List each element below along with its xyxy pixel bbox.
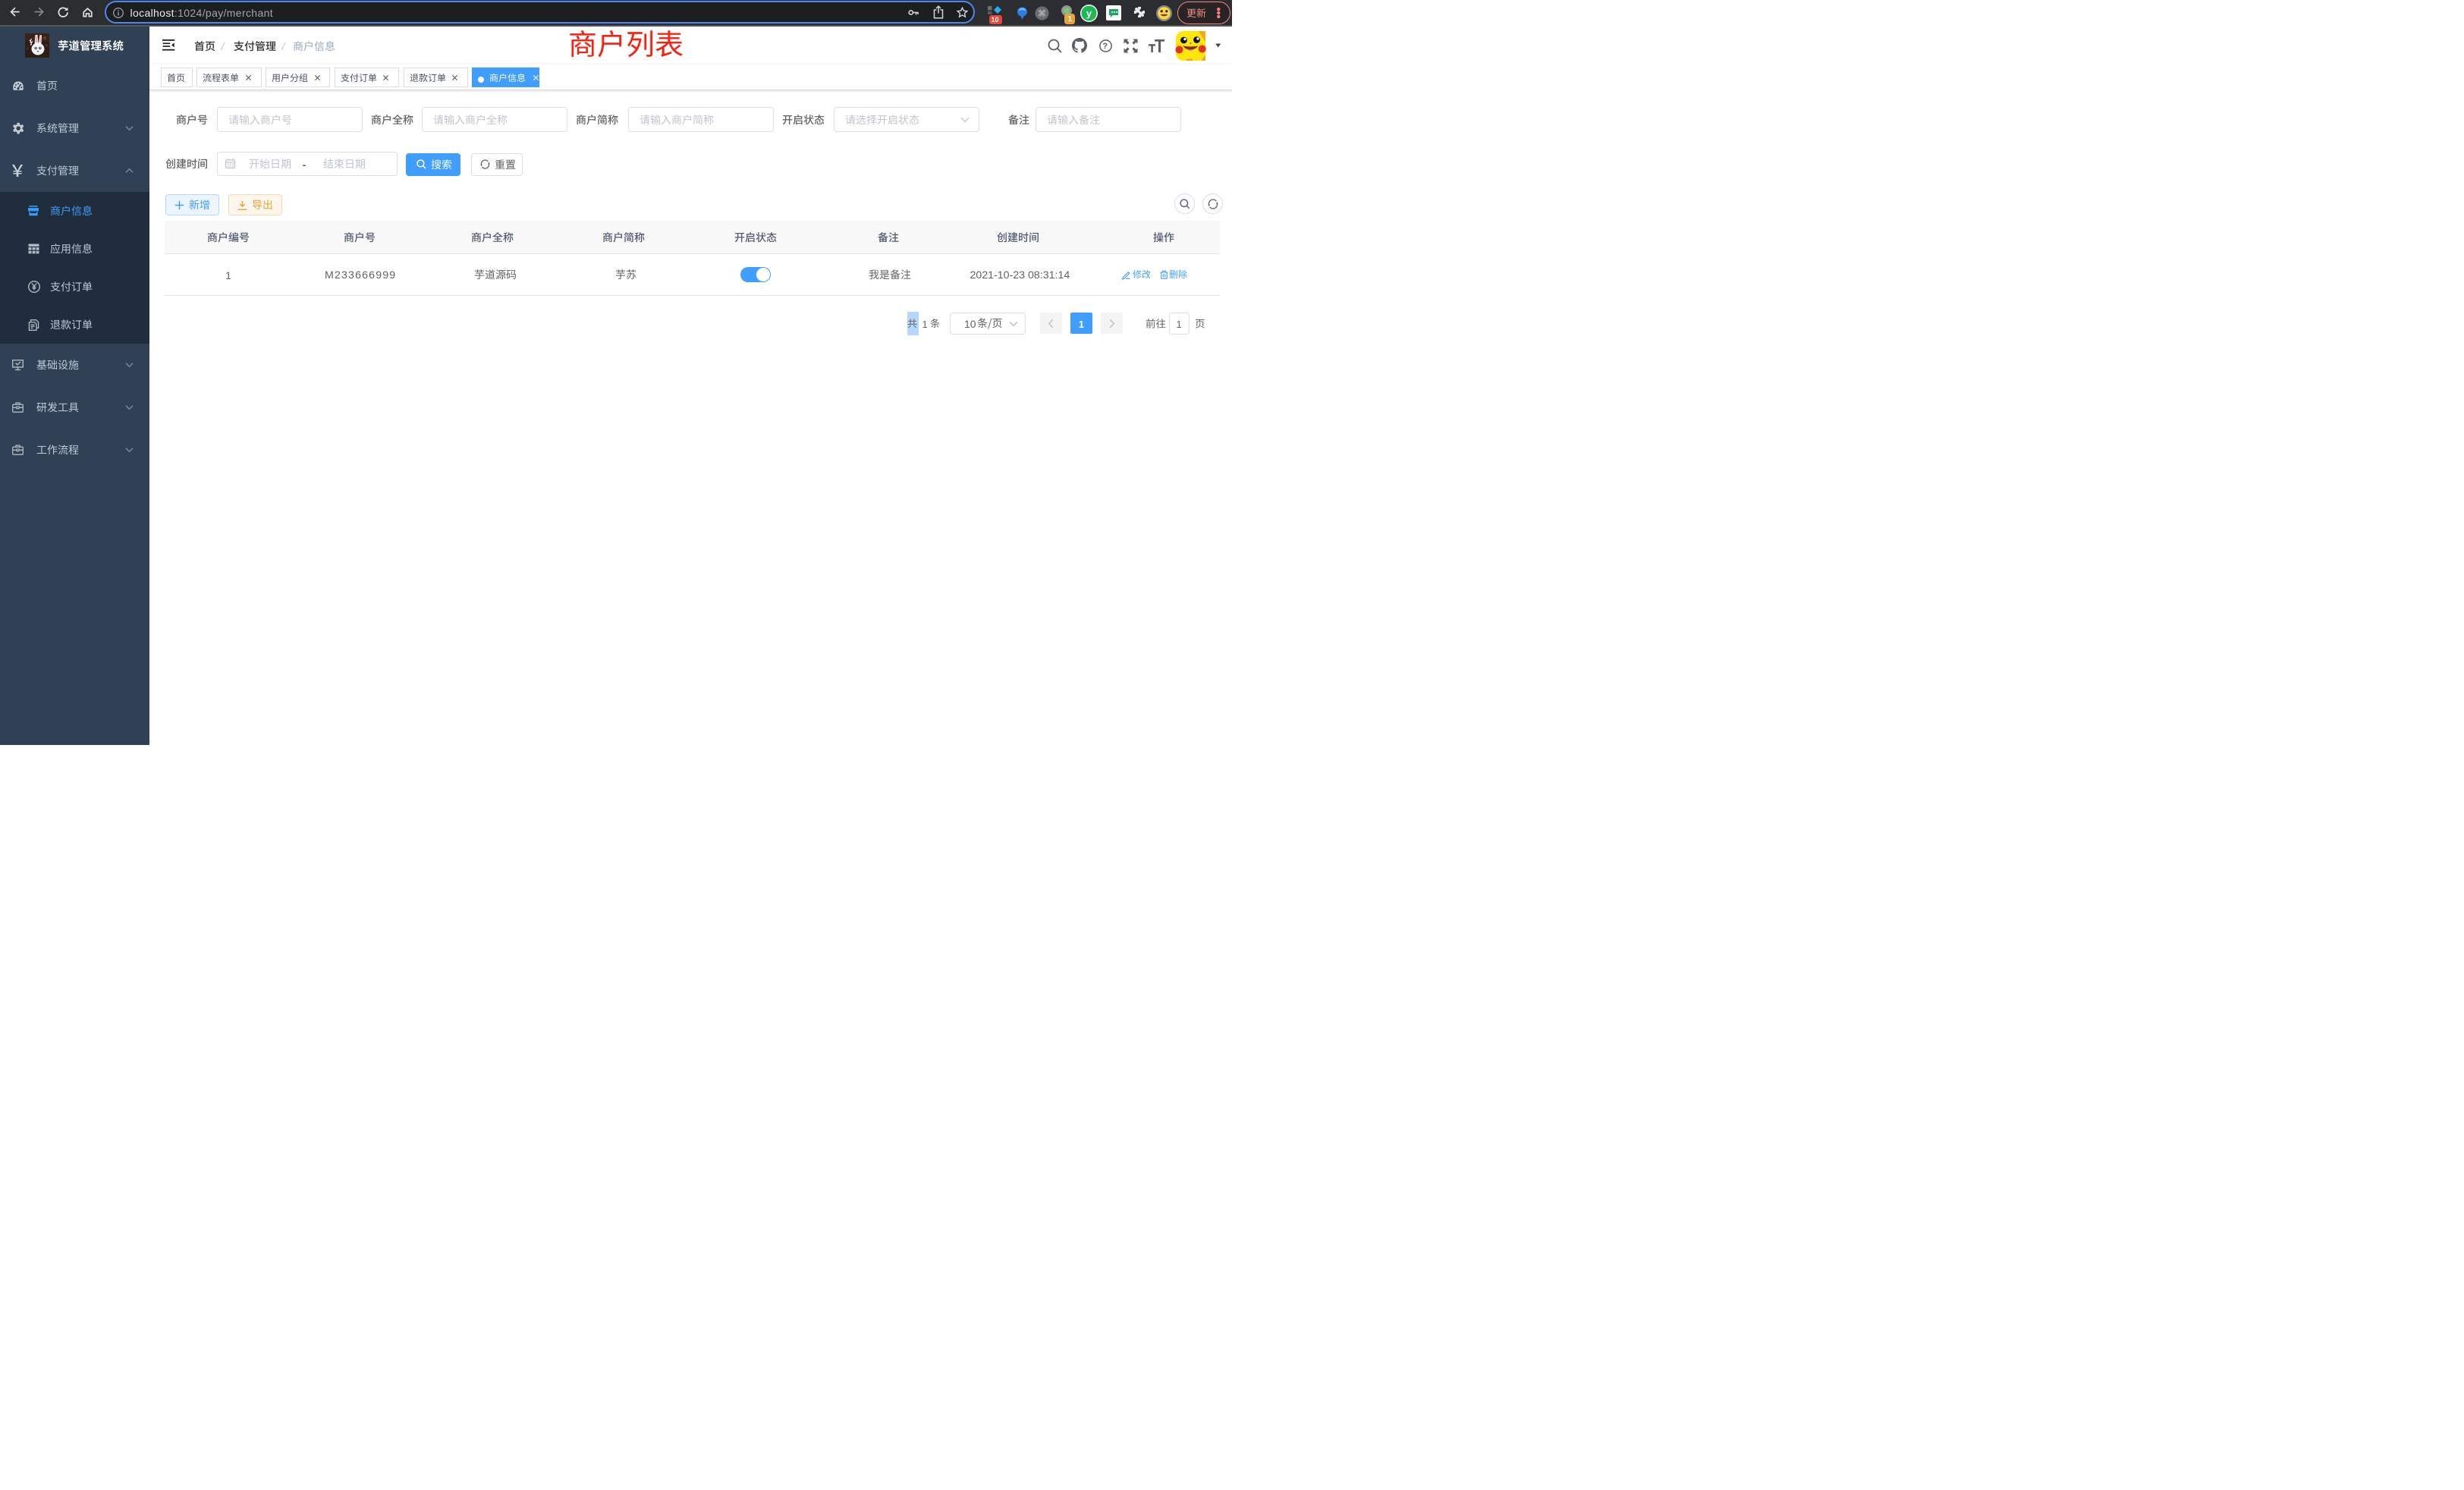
- svg-text:y: y: [1086, 8, 1092, 19]
- svg-text:⌘: ⌘: [1038, 10, 1046, 19]
